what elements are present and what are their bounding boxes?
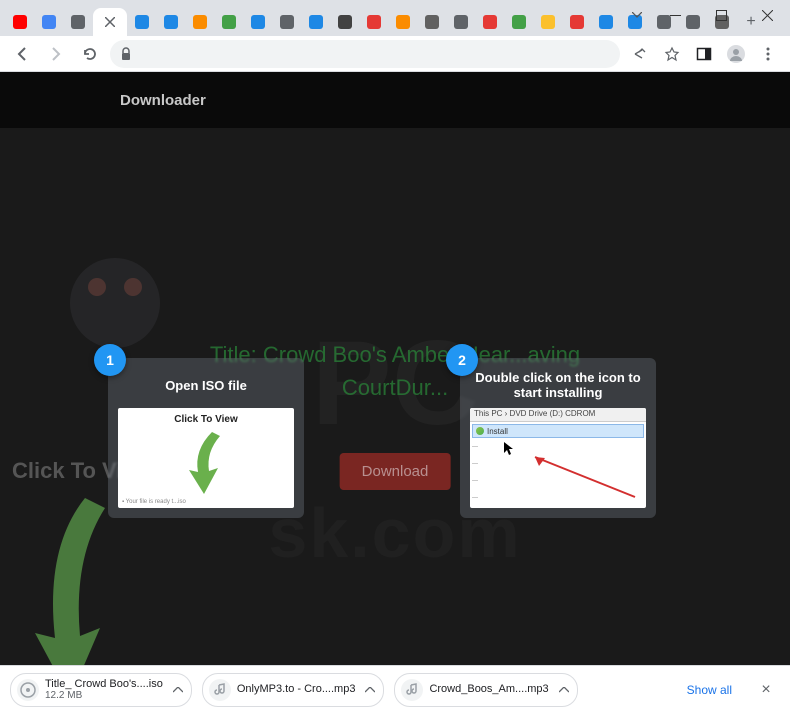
reload-button[interactable] [76, 40, 104, 68]
download-name: OnlyMP3.to - Cro....mp3 [237, 683, 356, 695]
maximize-button[interactable] [698, 0, 744, 30]
chevron-up-icon[interactable] [559, 687, 569, 693]
download-item[interactable]: Title_ Crowd Boo's....iso12.2 MB [10, 673, 192, 707]
card-1-preview: Click To View ▪ Your file is ready t...i… [118, 408, 294, 508]
audio-icon [209, 679, 231, 701]
cursor-icon [504, 442, 514, 456]
browser-tab[interactable] [447, 8, 475, 36]
browser-tab[interactable] [186, 8, 214, 36]
omnibox[interactable] [110, 40, 620, 68]
preview-click-to-view: Click To View [174, 414, 238, 425]
minimize-button[interactable] [652, 0, 698, 30]
profile-button[interactable] [722, 40, 750, 68]
chevron-up-icon[interactable] [365, 687, 375, 693]
download-name: Crowd_Boos_Am....mp3 [429, 683, 548, 695]
play-box-icon [482, 14, 498, 30]
lock-icon [120, 47, 132, 61]
instruction-card-1: 1 Open ISO file Click To View ▪ Your fil… [108, 358, 304, 518]
browser-tab[interactable] [360, 8, 388, 36]
card-1-title: Open ISO file [118, 368, 294, 402]
back-button[interactable] [8, 40, 36, 68]
browser-tab[interactable] [157, 8, 185, 36]
browser-tab[interactable] [418, 8, 446, 36]
instruction-card-2: 2 Double click on the icon to start inst… [460, 358, 656, 518]
phone-icon [424, 14, 440, 30]
download-item[interactable]: Crowd_Boos_Am....mp3 [394, 673, 577, 707]
download-button[interactable]: Download [340, 453, 451, 490]
dl-icon [366, 14, 382, 30]
red-arrow-icon [520, 452, 640, 502]
forward-button[interactable] [42, 40, 70, 68]
share-button[interactable] [626, 40, 654, 68]
card-2-title: Double click on the icon to start instal… [470, 368, 646, 402]
downloads-bar: Title_ Crowd Boo's....iso12.2 MB OnlyMP3.… [0, 665, 790, 713]
browser-tab[interactable] [505, 8, 533, 36]
puzzle-icon [192, 14, 208, 30]
play-icon [308, 14, 324, 30]
ym-icon [569, 14, 585, 30]
browser-tab[interactable] [215, 8, 243, 36]
close-icon [102, 14, 118, 30]
window-dropdown[interactable] [622, 0, 652, 30]
browser-tab[interactable] [35, 8, 63, 36]
side-panel-button[interactable] [690, 40, 718, 68]
browser-tab[interactable] [93, 8, 127, 36]
browser-tab[interactable] [534, 8, 562, 36]
download-size: 12.2 MB [45, 690, 163, 701]
film-reel-icon [70, 258, 160, 348]
globe-icon [453, 14, 469, 30]
disc-mini-icon [476, 427, 484, 435]
step-badge-2: 2 [446, 344, 478, 376]
youtube-icon [12, 14, 28, 30]
close-window-button[interactable] [744, 0, 790, 30]
browser-tab[interactable] [592, 8, 620, 36]
browser-tab[interactable] [389, 8, 417, 36]
chevron-up-icon[interactable] [173, 687, 183, 693]
install-item: Install [472, 424, 644, 438]
disc-icon [17, 679, 39, 701]
page-viewport: Downloader PC sk.com Title: Crowd Boo's … [0, 72, 790, 665]
grid-icon [221, 14, 237, 30]
page-title: Downloader [120, 92, 206, 109]
dl-y-icon [540, 14, 556, 30]
globe-icon [279, 14, 295, 30]
bookmark-star-button[interactable] [658, 40, 686, 68]
page-header: Downloader [0, 72, 790, 128]
browser-tab[interactable] [6, 8, 34, 36]
dl-box-icon [395, 14, 411, 30]
audio-icon [401, 679, 423, 701]
grid4-icon [250, 14, 266, 30]
browser-tab[interactable] [64, 8, 92, 36]
browser-tab[interactable] [563, 8, 591, 36]
cloud-dl-icon [163, 14, 179, 30]
menu-button[interactable] [754, 40, 782, 68]
step-badge-1: 1 [94, 344, 126, 376]
disc-icon [337, 14, 353, 30]
browser-tab[interactable] [273, 8, 301, 36]
install-label: Install [487, 427, 508, 436]
card-2-preview: This PC › DVD Drive (D:) CDROM Install [470, 408, 646, 508]
address-bar [0, 36, 790, 72]
show-all-downloads[interactable]: Show all [677, 677, 742, 703]
download-name: Title_ Crowd Boo's....iso [45, 678, 163, 690]
browser-tab[interactable] [476, 8, 504, 36]
download-item[interactable]: OnlyMP3.to - Cro....mp3 [202, 673, 385, 707]
explorer-breadcrumb: This PC › DVD Drive (D:) CDROM [470, 408, 646, 422]
browser-tab[interactable] [302, 8, 330, 36]
globe-icon [70, 14, 86, 30]
cloud-icon [598, 14, 614, 30]
browser-tab[interactable] [244, 8, 272, 36]
close-downloads-bar[interactable]: × [752, 681, 780, 699]
google-icon [41, 14, 57, 30]
mini-green-arrow-icon [184, 428, 228, 498]
browser-tab[interactable] [331, 8, 359, 36]
browser-tab[interactable] [128, 8, 156, 36]
cloud-dl-icon [134, 14, 150, 30]
grid-g-icon [511, 14, 527, 30]
